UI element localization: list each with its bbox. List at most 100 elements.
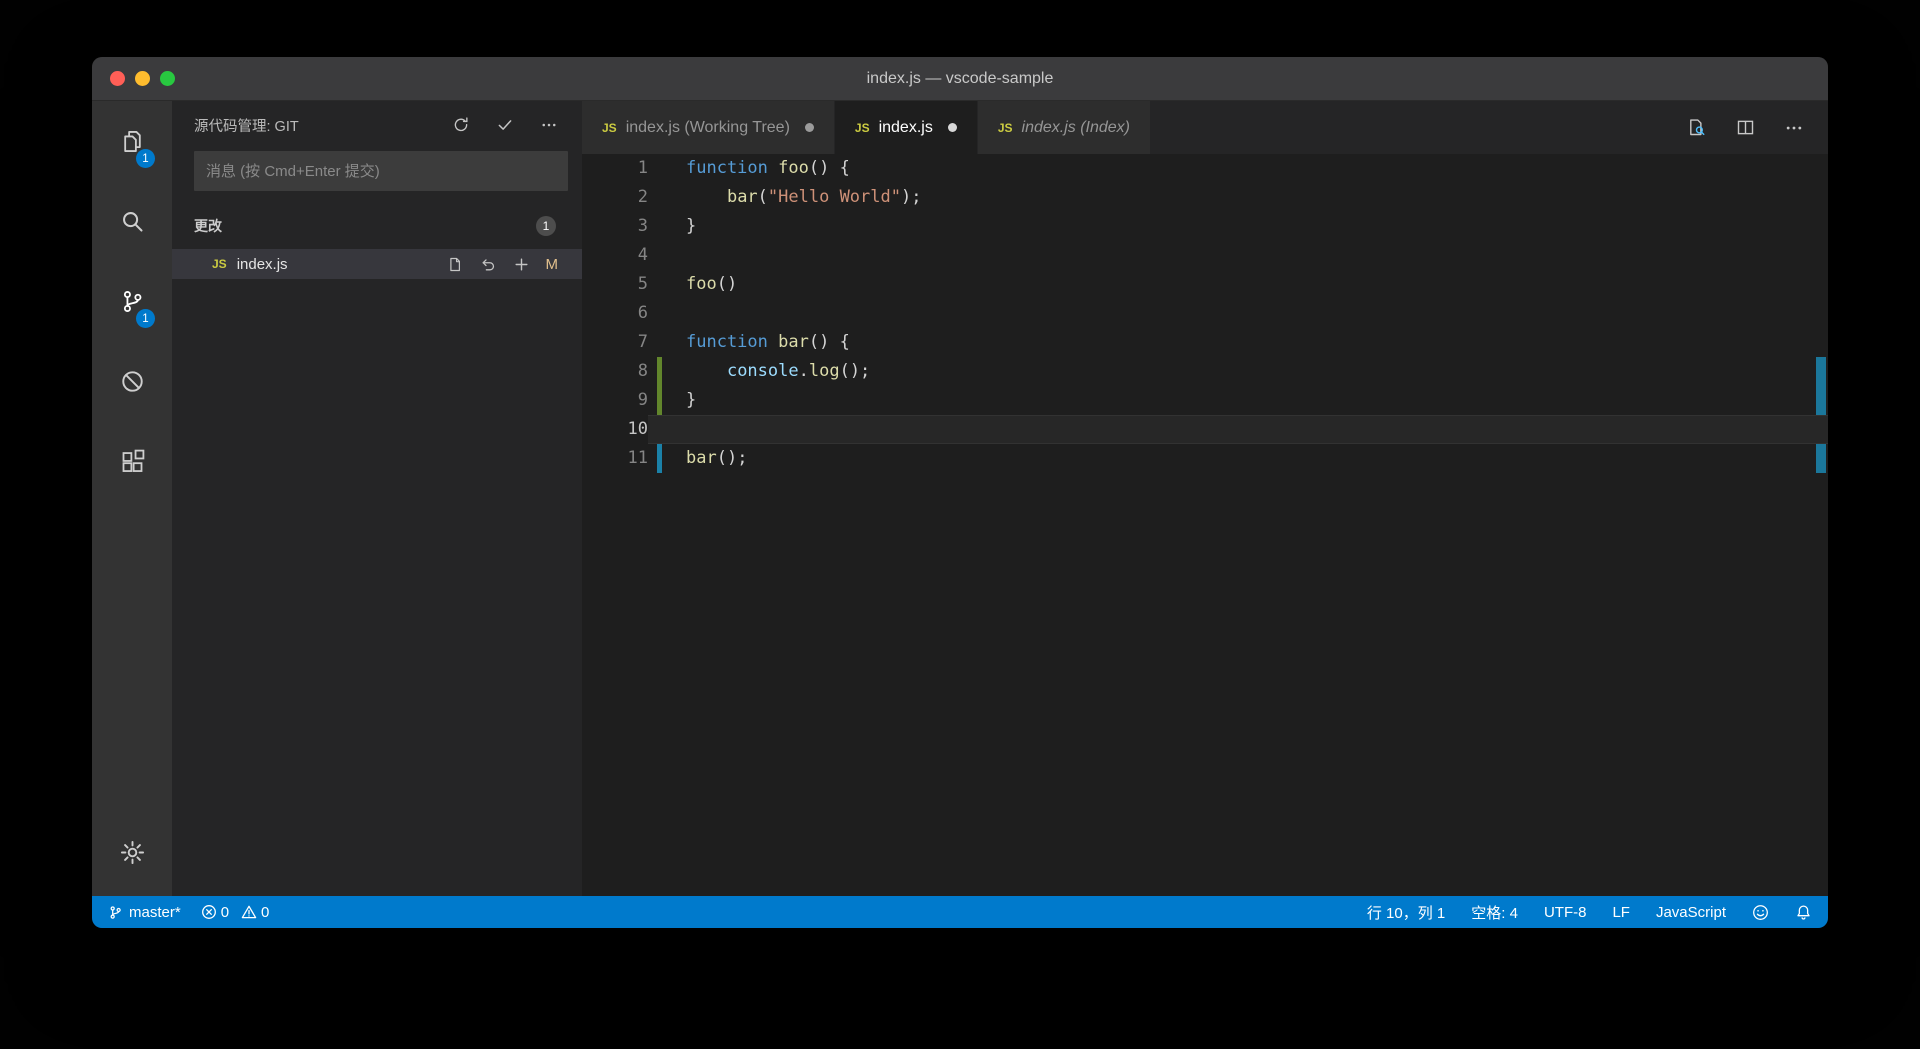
- discard-changes-icon[interactable]: [480, 256, 497, 273]
- gear-icon: [119, 839, 146, 866]
- code-text[interactable]: [662, 415, 686, 444]
- code-line[interactable]: 2 bar("Hello World");: [582, 183, 1828, 212]
- warning-count: 0: [261, 904, 269, 921]
- line-number[interactable]: 9: [582, 386, 648, 415]
- overview-added-mark: [1816, 386, 1826, 415]
- open-file-icon[interactable]: [447, 256, 464, 273]
- commit-message-input[interactable]: [194, 151, 568, 191]
- status-left: master* 0 0: [108, 904, 277, 921]
- overview-modified-mark: [1816, 444, 1826, 473]
- cursor-position-status[interactable]: 行 10，列 1: [1367, 902, 1445, 923]
- code-lines: 1function foo() {2 bar("Hello World");3}…: [582, 154, 1828, 473]
- code-text[interactable]: [662, 299, 686, 328]
- source-control-badge: 1: [136, 309, 155, 328]
- stage-changes-icon[interactable]: [513, 256, 530, 273]
- sidebar-title: 源代码管理: GIT: [194, 115, 299, 136]
- changes-section-header[interactable]: 更改 1: [172, 211, 582, 241]
- activity-extensions[interactable]: [92, 421, 172, 501]
- file-actions: M: [447, 256, 559, 273]
- modified-dot-icon[interactable]: [948, 123, 957, 132]
- line-number[interactable]: 2: [582, 183, 648, 212]
- error-count: 0: [221, 904, 229, 921]
- code-line[interactable]: 5 foo(): [582, 270, 1828, 299]
- code-line[interactable]: 7 function bar() {: [582, 328, 1828, 357]
- activity-bar: 1 1: [92, 101, 172, 896]
- workbench: 1 1: [92, 101, 1828, 896]
- editor[interactable]: 1function foo() {2 bar("Hello World");3}…: [582, 154, 1828, 896]
- scm-file-row[interactable]: JS index.js: [172, 249, 582, 279]
- git-branch-status[interactable]: master*: [108, 904, 181, 921]
- code-text[interactable]: [662, 241, 686, 270]
- tab-index-js[interactable]: JS index.js: [835, 101, 978, 154]
- overview-ruler[interactable]: [1814, 154, 1828, 896]
- window-title: index.js — vscode-sample: [867, 70, 1054, 88]
- line-number[interactable]: 3: [582, 212, 648, 241]
- line-number[interactable]: 1: [582, 154, 648, 183]
- notifications-bell-icon[interactable]: [1795, 904, 1812, 921]
- tab-label: index.js: [879, 119, 933, 137]
- close-window-button[interactable]: [110, 71, 125, 86]
- refresh-icon[interactable]: [452, 116, 470, 134]
- code-text[interactable]: console.log();: [662, 357, 870, 386]
- js-file-icon: JS: [855, 121, 870, 135]
- vscode-window: index.js — vscode-sample 1: [92, 57, 1828, 928]
- tab-index-working-tree[interactable]: JS index.js (Working Tree): [582, 101, 835, 154]
- minimize-window-button[interactable]: [135, 71, 150, 86]
- code-line[interactable]: 10: [582, 415, 1828, 444]
- language-mode-status[interactable]: JavaScript: [1656, 904, 1726, 921]
- branch-name: master*: [129, 904, 181, 921]
- eol-status[interactable]: LF: [1612, 904, 1630, 921]
- open-changes-icon[interactable]: [1686, 117, 1707, 138]
- code-text[interactable]: bar();: [662, 444, 747, 473]
- js-file-icon: JS: [998, 121, 1013, 135]
- feedback-smiley-icon[interactable]: [1752, 904, 1769, 921]
- code-text[interactable]: function bar() {: [662, 328, 850, 357]
- line-number[interactable]: 11: [582, 444, 648, 473]
- code-line[interactable]: 4: [582, 241, 1828, 270]
- tab-label: index.js (Working Tree): [626, 119, 790, 137]
- js-file-icon: JS: [602, 121, 617, 135]
- modified-dot-icon[interactable]: [805, 123, 814, 132]
- search-icon: [119, 208, 146, 235]
- desktop: index.js — vscode-sample 1: [0, 0, 1920, 1049]
- activity-debug[interactable]: [92, 341, 172, 421]
- line-number[interactable]: 5: [582, 270, 648, 299]
- problems-status[interactable]: 0 0: [201, 904, 278, 921]
- indentation-status[interactable]: 空格: 4: [1471, 902, 1518, 923]
- tab-index-index[interactable]: JS index.js (Index): [978, 101, 1151, 154]
- line-number[interactable]: 10: [582, 415, 648, 444]
- code-line[interactable]: 8 console.log();: [582, 357, 1828, 386]
- code-line[interactable]: 3}: [582, 212, 1828, 241]
- tab-bar: JS index.js (Working Tree) JS index.js J…: [582, 101, 1828, 154]
- commit-check-icon[interactable]: [496, 116, 514, 134]
- extensions-icon: [119, 448, 146, 475]
- titlebar[interactable]: index.js — vscode-sample: [92, 57, 1828, 101]
- modified-status-badge: M: [546, 256, 559, 273]
- line-number[interactable]: 6: [582, 299, 648, 328]
- debug-icon: [119, 368, 146, 395]
- encoding-status[interactable]: UTF-8: [1544, 904, 1587, 921]
- sidebar-source-control: 源代码管理: GIT: [172, 101, 582, 896]
- activity-explorer[interactable]: 1: [92, 101, 172, 181]
- activity-settings[interactable]: [92, 812, 172, 892]
- more-actions-icon[interactable]: [1784, 118, 1804, 138]
- zoom-window-button[interactable]: [160, 71, 175, 86]
- line-number[interactable]: 8: [582, 357, 648, 386]
- more-actions-icon[interactable]: [540, 116, 558, 134]
- sidebar-actions: [452, 116, 558, 134]
- code-text[interactable]: function foo() {: [662, 154, 850, 183]
- line-number[interactable]: 4: [582, 241, 648, 270]
- code-line[interactable]: 1 function foo() {: [582, 154, 1828, 183]
- code-text[interactable]: foo(): [662, 270, 737, 299]
- code-line[interactable]: 6: [582, 299, 1828, 328]
- activity-search[interactable]: [92, 181, 172, 261]
- code-text[interactable]: bar("Hello World");: [662, 183, 921, 212]
- line-number[interactable]: 7: [582, 328, 648, 357]
- code-line[interactable]: 11 bar();: [582, 444, 1828, 473]
- split-editor-icon[interactable]: [1735, 117, 1756, 138]
- editor-area: JS index.js (Working Tree) JS index.js J…: [582, 101, 1828, 896]
- activity-source-control[interactable]: 1: [92, 261, 172, 341]
- code-text[interactable]: }: [662, 386, 696, 415]
- code-line[interactable]: 9}: [582, 386, 1828, 415]
- code-text[interactable]: }: [662, 212, 696, 241]
